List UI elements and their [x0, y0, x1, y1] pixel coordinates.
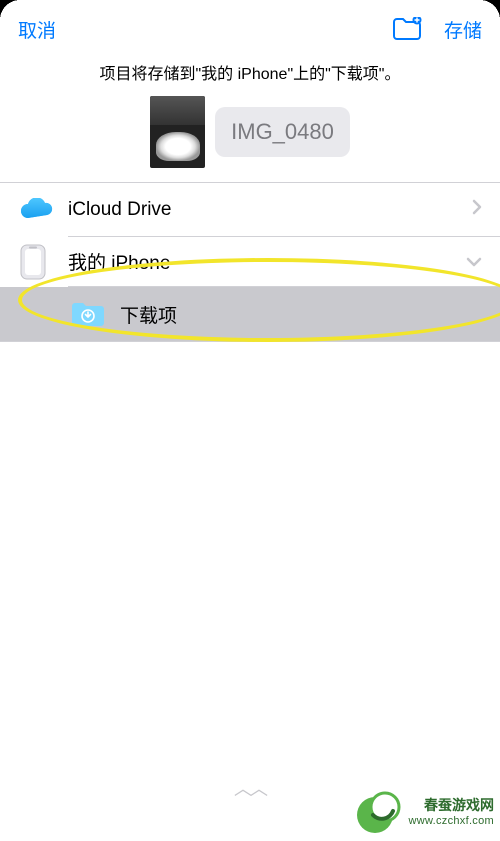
new-folder-icon[interactable]	[392, 17, 422, 41]
file-name-field[interactable]: IMG_0480	[215, 107, 350, 157]
iphone-icon	[20, 244, 68, 280]
location-row-icloud[interactable]: iCloud Drive	[0, 183, 500, 237]
destination-subtitle: 项目将存储到"我的 iPhone"上的"下载项"。	[0, 56, 500, 96]
watermark-url: www.czchxf.com	[409, 815, 495, 827]
chevron-down-icon	[466, 251, 482, 273]
watermark: 春蚕游戏网 www.czchxf.com	[355, 787, 495, 835]
location-list: iCloud Drive 我的 iPhone	[0, 182, 500, 342]
watermark-logo-icon	[355, 787, 403, 835]
file-preview-card: IMG_0480	[0, 96, 500, 168]
location-row-downloads[interactable]: 下载项	[0, 287, 500, 341]
chevron-right-icon	[472, 199, 482, 221]
icloud-label: iCloud Drive	[68, 199, 472, 221]
icloud-icon	[20, 198, 68, 222]
watermark-name: 春蚕游戏网	[409, 795, 495, 815]
header-bar: 取消 存储	[0, 0, 500, 56]
collapse-indicator-icon: ︿︿	[234, 775, 266, 801]
downloads-folder-icon	[70, 299, 106, 329]
downloads-label: 下载项	[120, 301, 177, 328]
save-button[interactable]: 存储	[444, 16, 482, 43]
location-row-iphone[interactable]: 我的 iPhone	[0, 237, 500, 287]
file-thumbnail	[150, 96, 205, 168]
iphone-label: 我的 iPhone	[68, 248, 466, 275]
cancel-button[interactable]: 取消	[18, 16, 56, 43]
